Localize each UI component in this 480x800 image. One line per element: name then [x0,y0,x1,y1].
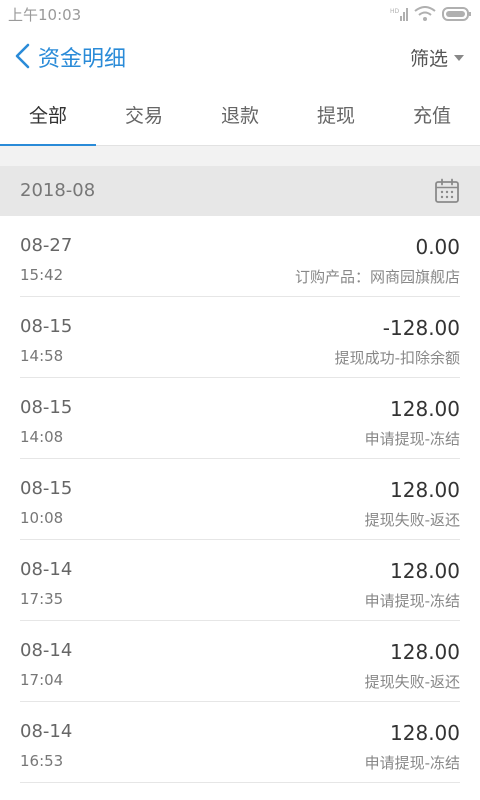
item-description: 订购产品：网商园旗舰店 [294,268,460,286]
item-amount: 128.00 [390,397,460,421]
month-label: 2018-08 [20,180,96,201]
item-amount: -128.00 [382,316,460,340]
list-item[interactable]: 08-15 10:08 128.00 提现失败-返还 [0,459,480,540]
caret-down-icon [454,54,464,61]
item-time: 17:35 [20,590,64,608]
month-header: 2018-08 [0,166,480,216]
tab-refund[interactable]: 退款 [192,86,288,145]
item-amount: 0.00 [415,235,460,259]
list-item[interactable]: 08-15 14:58 -128.00 提现成功-扣除余额 [0,297,480,378]
item-date: 08-27 [20,235,73,256]
item-date: 08-14 [20,640,73,661]
battery-icon [442,7,471,21]
item-amount: 128.00 [390,721,460,745]
item-date: 08-15 [20,316,73,337]
tab-recharge[interactable]: 充值 [384,86,480,145]
item-description: 申请提现-冻结 [364,592,460,610]
item-date: 08-15 [20,397,73,418]
item-description: 申请提现-冻结 [364,754,460,772]
back-arrow-icon[interactable] [12,42,34,70]
item-date: 08-14 [20,559,73,580]
filter-button[interactable]: 筛选 [410,44,464,71]
item-time: 14:58 [20,347,64,365]
filter-label: 筛选 [409,48,448,70]
item-description: 提现失败-返还 [364,511,460,529]
hd-signal-icon: HD [390,8,408,21]
item-amount: 128.00 [390,478,460,502]
list-item[interactable]: 08-27 15:42 0.00 订购产品：网商园旗舰店 [0,216,480,297]
list-item[interactable]: 08-15 14:08 128.00 申请提现-冻结 [0,378,480,459]
item-time: 16:53 [20,752,64,770]
item-time: 17:04 [20,671,64,689]
list-item[interactable]: 08-14 17:04 128.00 提现失败-返还 [0,621,480,702]
item-description: 提现失败-返还 [364,673,460,691]
list-item[interactable]: 08-14 16:53 128.00 申请提现-冻结 [0,702,480,783]
item-time: 14:08 [20,428,64,446]
item-description: 申请提现-冻结 [364,430,460,448]
item-time: 10:08 [20,509,64,527]
status-icons: HD [390,4,472,24]
item-description: 提现成功-扣除余额 [334,349,460,367]
status-bar: 上午10:03 HD [0,0,480,28]
list-item[interactable]: 08-14 17:35 128.00 申请提现-冻结 [0,540,480,621]
status-time: 上午10:03 [8,6,82,24]
tab-withdraw[interactable]: 提现 [288,86,384,145]
calendar-icon[interactable] [434,178,460,204]
item-date: 08-15 [20,478,73,499]
wifi-icon [414,6,436,21]
item-date: 08-14 [20,721,73,742]
item-amount: 128.00 [390,559,460,583]
tab-trade[interactable]: 交易 [96,86,192,145]
transaction-list: 08-27 15:42 0.00 订购产品：网商园旗舰店 08-15 14:58… [0,216,480,800]
svg-text:HD: HD [390,8,400,15]
item-amount: 128.00 [390,640,460,664]
page-title[interactable]: 资金明细 [38,41,126,73]
nav-bar: 资金明细 筛选 [0,28,480,86]
tab-all[interactable]: 全部 [0,86,96,146]
item-time: 15:42 [20,266,64,284]
tab-bar: 全部 交易 退款 提现 充值 [0,86,480,146]
